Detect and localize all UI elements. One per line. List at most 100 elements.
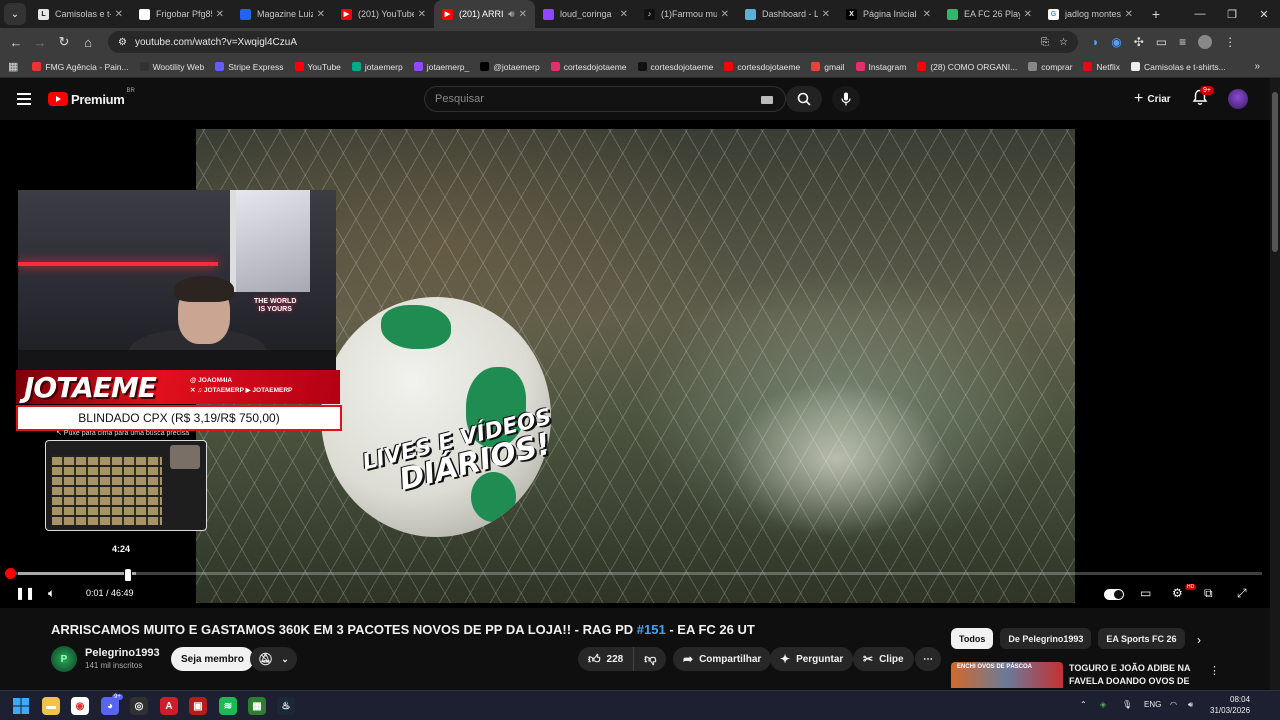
minimize-button[interactable]: — [1184,0,1216,28]
taskbar-app-red-a-icon[interactable]: A [160,697,178,715]
recommended-thumbnail[interactable]: ENCHI OVOS DE PÁSCOA [951,662,1063,688]
tab-close-icon[interactable]: ✕ [1024,9,1032,20]
tab-9[interactable]: EA FC 26 Playe ✕ [939,0,1040,28]
tab-3[interactable]: ▶ (201) YouTube ✕ [333,0,434,28]
taskbar-spotify-icon[interactable]: ≋ [219,697,237,715]
site-info-icon[interactable]: ⚙ [118,37,127,48]
bookmark-item[interactable]: cortesdojotaeme [637,62,713,72]
guide-menu-icon[interactable] [17,93,31,105]
chip-from-channel[interactable]: De Pelegrino1993 [1000,628,1092,649]
url-text[interactable]: youtube.com/watch?v=Xwqigl4CzuA [135,37,297,48]
video-hashtag[interactable]: #151 [637,622,666,637]
extension-icon-2[interactable]: ◉ [1111,35,1121,49]
channel-name[interactable]: Pelegrino1993 [85,647,160,659]
tab-audio-icon[interactable]: 🔊︎ [508,9,514,20]
omnibox[interactable]: ⚙ youtube.com/watch?v=Xwqigl4CzuA ⎘ ☆ [108,31,1078,53]
taskbar-steam-icon[interactable]: ♨ [277,697,295,715]
bookmark-item[interactable]: jotaemerp_ [413,62,469,72]
extensions-puzzle-icon[interactable]: ✣ [1134,35,1144,49]
settings-gear-icon[interactable]: ⚙ [1172,586,1183,600]
tab-6[interactable]: ♪ (1)Farmou mui ✕ [636,0,737,28]
tab-close-icon[interactable]: ✕ [317,9,325,20]
voice-search-button[interactable] [832,86,860,112]
tab-close-icon[interactable]: ✕ [216,9,224,20]
autoplay-toggle[interactable] [1104,589,1124,600]
bookmarks-overflow-icon[interactable]: » [1254,61,1260,72]
video-player[interactable]: LIVES E VÍDEOS DIÁRIOS! THE WORLD IS YOU… [0,120,1270,608]
recommended-more-icon[interactable]: ⋮ [1209,664,1220,677]
search-button[interactable] [786,86,822,112]
tab-5[interactable]: loud_coringa ✕ [535,0,636,28]
bookmark-item[interactable]: Instagram [855,62,906,72]
maximize-button[interactable]: ❐ [1216,0,1248,28]
tab-close-icon[interactable]: ✕ [620,9,628,20]
windows-start-icon[interactable] [12,697,30,715]
subtitles-icon[interactable]: ▭ [1140,586,1151,600]
notifications-button[interactable]: 9+ [1192,86,1214,111]
clip-button[interactable]: ✂ Clipe [853,647,914,671]
fullscreen-icon[interactable]: ⤢ [1237,586,1247,601]
bookmark-item[interactable]: jotaemerp [351,62,403,72]
speaker-icon[interactable]: 🔊︎ [1188,700,1193,710]
tab-close-icon[interactable]: ✕ [1125,9,1133,20]
search-input[interactable]: Pesquisar [424,86,786,112]
keyboard-icon[interactable] [761,96,773,104]
tab-search-button[interactable]: ⌄ [4,3,26,25]
create-button[interactable]: + Criar [1126,87,1179,111]
home-button[interactable]: ⌂ [76,35,100,50]
close-window-button[interactable]: ✕ [1248,0,1280,28]
taskbar-file-explorer-icon[interactable]: ▬ [42,697,60,715]
tray-overflow-icon[interactable]: ⌃ [1080,700,1087,709]
profile-avatar[interactable] [1198,35,1213,49]
bookmark-item[interactable]: @jotaemerp [480,62,540,72]
taskbar-obs-icon[interactable]: ◎ [130,697,148,715]
account-avatar[interactable] [1228,89,1248,109]
reading-list-icon[interactable]: ≡ [1179,35,1186,49]
menu-kebab-icon[interactable]: ⋮ [1224,35,1236,49]
forward-button[interactable]: → [28,35,52,50]
tray-mic-icon[interactable]: 🎙︎ [1122,700,1132,709]
bookmark-item[interactable]: YouTube [294,62,341,72]
wifi-icon[interactable]: ◠ [1170,700,1177,709]
tab-close-icon[interactable]: ✕ [923,9,931,20]
share-button[interactable]: ➦ Compartilhar [673,647,772,671]
bookmark-item[interactable]: gmail [811,62,845,72]
tab-7[interactable]: Dashboard - L ✕ [737,0,838,28]
bookmark-item[interactable]: cortesdojotaeme [724,62,800,72]
bookmark-item[interactable]: Stripe Express [215,62,284,72]
tab-close-icon[interactable]: ✕ [822,9,830,20]
scrollbar-thumb[interactable] [1272,92,1278,252]
scrubber-knob[interactable] [5,568,16,579]
taskbar-chrome-icon[interactable]: ◉ [71,697,89,715]
chip-ea-sports[interactable]: EA Sports FC 26 [1098,628,1185,649]
reload-button[interactable]: ↻ [52,34,76,50]
language-indicator[interactable]: ENG [1144,700,1161,709]
extension-icon-1[interactable]: ◗ [1092,35,1099,49]
tab-4[interactable]: ▶ (201) ARRI 🔊︎ ✕ [434,0,535,28]
bookmark-item[interactable]: Netflix [1083,62,1120,72]
ask-button[interactable]: ✦ Perguntar [770,647,854,671]
tab-close-icon[interactable]: ✕ [721,9,729,20]
tab-close-icon[interactable]: ✕ [418,9,426,20]
tab-10[interactable]: Gjadlog montes ✕ [1040,0,1141,28]
bookmark-item[interactable]: Wootility Web [139,62,204,72]
chips-next-arrow[interactable]: › [1197,633,1201,647]
tab-close-icon[interactable]: ✕ [519,9,527,20]
bookmark-item[interactable]: comprar [1028,62,1072,72]
subscription-bell-button[interactable]: 🔕︎ ⌄ [250,647,297,671]
miniplayer-icon[interactable]: ⧉ [1204,586,1213,601]
more-actions-button[interactable]: ⋯ [915,647,941,671]
tab-2[interactable]: Magazine Luiza ✕ [232,0,333,28]
volume-icon[interactable]: 🔈︎ [48,586,55,601]
tab-8[interactable]: X Página Inicial / ✕ [838,0,939,28]
bookmark-star-icon[interactable]: ☆ [1059,37,1068,48]
channel-avatar[interactable]: P [51,646,77,672]
dislike-button[interactable]: 👎︎ [634,652,666,667]
cast-icon[interactable]: ▭ [1156,35,1167,49]
tab-1[interactable]: Frigobar Pfg85 ✕ [131,0,232,28]
tray-shield-icon[interactable]: ◈ [1100,700,1106,709]
bookmark-item[interactable]: FMG Agência - Pain... [32,62,129,72]
bookmark-item[interactable]: Camisolas e t-shirts... [1131,62,1226,72]
apps-grid-icon[interactable]: ▦ [8,60,18,73]
taskbar-app-red-b-icon[interactable]: ▣ [189,697,207,715]
